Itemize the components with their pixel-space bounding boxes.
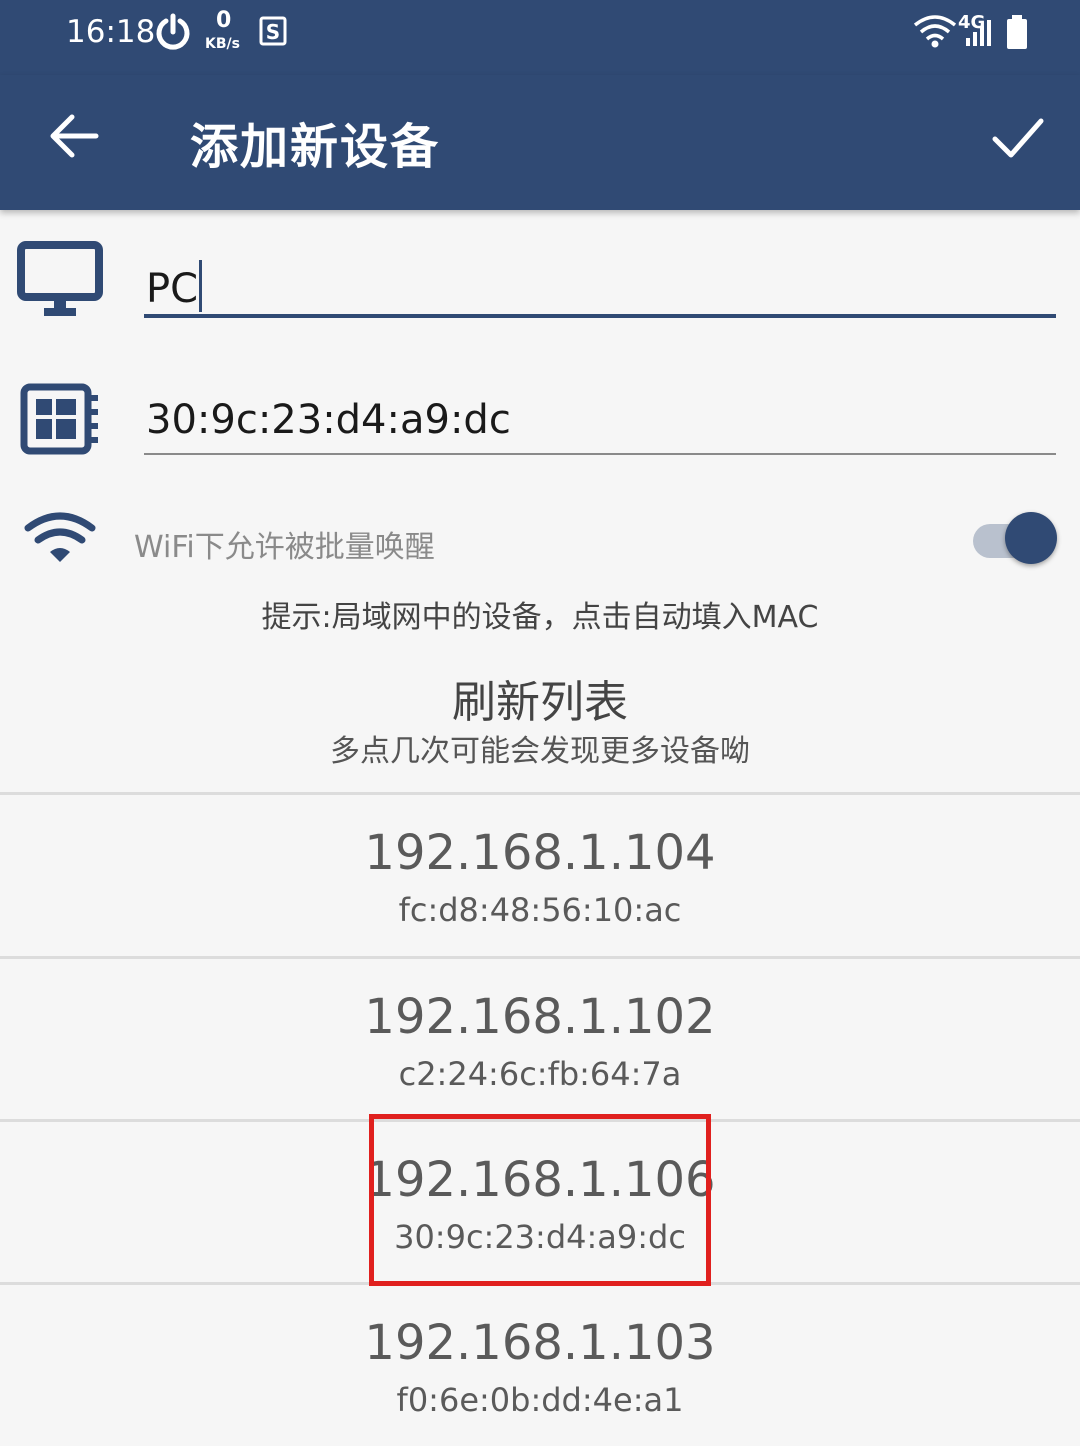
wifi-icon: [913, 15, 957, 48]
device-name-value: PC: [146, 260, 203, 312]
sim-s-icon: S: [259, 16, 287, 46]
status-time: 16:18: [66, 14, 156, 50]
device-list-item[interactable]: 192.168.1.104 fc:d8:48:56:10:ac: [0, 795, 1080, 956]
text-caret: [199, 260, 203, 312]
device-ip: 192.168.1.104: [364, 825, 716, 881]
chip-icon: [20, 383, 98, 455]
device-list-item[interactable]: 192.168.1.102 c2:24:6c:fb:64:7a: [0, 959, 1080, 1120]
device-ip: 192.168.1.102: [364, 989, 716, 1045]
status-bar: 16:18 0 KB/s S 4G: [0, 0, 1080, 75]
refresh-sub-label: 多点几次可能会发现更多设备呦: [330, 734, 750, 769]
wifi-wake-label: WiFi下允许被批量唤醒: [134, 530, 435, 565]
signal-icon: [966, 20, 991, 46]
page-title: 添加新设备: [190, 119, 441, 175]
device-mac: f0:6e:0b:dd:4e:a1: [396, 1381, 684, 1419]
mac-address-value: 30:9c:23:d4:a9:dc: [146, 397, 511, 443]
svg-text:S: S: [266, 20, 280, 44]
battery-icon: [1007, 15, 1027, 49]
net-speed-value: 0: [216, 8, 232, 33]
refresh-list-button[interactable]: 刷新列表: [0, 666, 1080, 730]
device-mac: fc:d8:48:56:10:ac: [398, 891, 682, 929]
wifi-icon: [24, 512, 96, 562]
mac-address-input[interactable]: 30:9c:23:d4:a9:dc: [144, 393, 1056, 455]
hint-text: 提示:局域网中的设备，点击自动填入MAC: [261, 600, 819, 635]
power-icon: [156, 13, 190, 50]
device-mac: c2:24:6c:fb:64:7a: [398, 1055, 682, 1093]
net-speed-unit: KB/s: [205, 36, 240, 52]
device-list-item[interactable]: 192.168.1.103 f0:6e:0b:dd:4e:a1: [0, 1285, 1080, 1446]
check-icon[interactable]: [985, 105, 1051, 171]
monitor-icon: [17, 241, 103, 316]
device-name-input[interactable]: PC: [144, 248, 1056, 318]
toggle-thumb: [1005, 512, 1057, 564]
highlight-annotation-box: [369, 1114, 711, 1286]
device-ip: 192.168.1.103: [364, 1315, 716, 1371]
arrow-back-icon[interactable]: [44, 105, 106, 167]
app-bar: 添加新设备: [0, 75, 1080, 210]
wifi-wake-toggle[interactable]: [973, 512, 1059, 568]
